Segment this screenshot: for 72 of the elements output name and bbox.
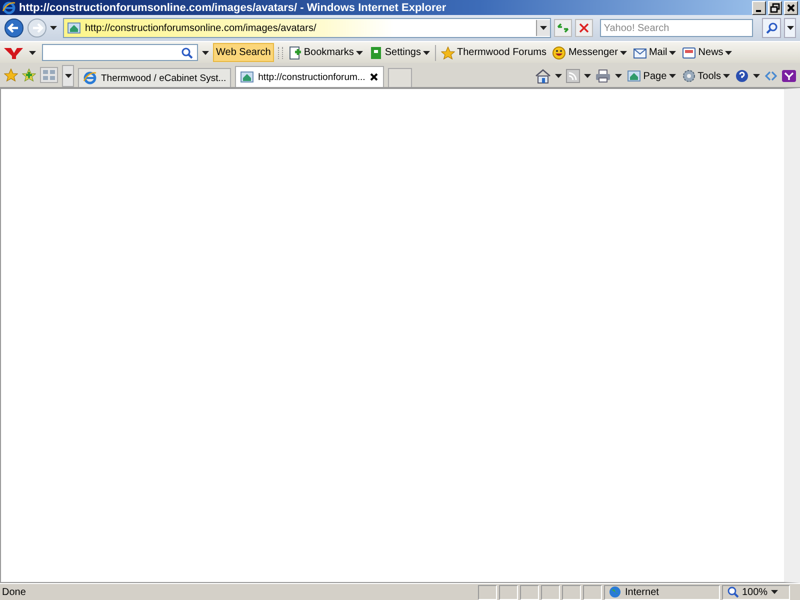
favorites-star-icon[interactable] bbox=[4, 68, 18, 82]
printer-icon[interactable] bbox=[595, 69, 612, 83]
newspaper-icon bbox=[682, 46, 696, 60]
caret-icon bbox=[723, 74, 730, 78]
caret-icon bbox=[786, 26, 794, 30]
help-icon[interactable] bbox=[735, 69, 749, 83]
web-search-button[interactable]: Web Search bbox=[213, 43, 274, 62]
toolbar-button[interactable]: Mail bbox=[632, 43, 678, 62]
caret-icon[interactable] bbox=[584, 74, 592, 78]
menu-button[interactable]: Tools bbox=[680, 66, 731, 86]
caret-icon[interactable] bbox=[50, 26, 57, 30]
caret-icon bbox=[540, 26, 547, 30]
window-title: http://constructionforumsonline.com/images/avatars/ - Windows Internet Explorer bbox=[19, 2, 446, 14]
bookmark-icon bbox=[288, 46, 302, 60]
caret-icon bbox=[770, 590, 778, 594]
close-icon[interactable] bbox=[369, 72, 380, 82]
toolbar-button[interactable]: Thermwood Forums bbox=[440, 43, 548, 62]
search-button[interactable] bbox=[762, 18, 782, 38]
star-icon bbox=[441, 46, 455, 60]
settings-icon bbox=[368, 46, 383, 60]
caret-icon[interactable] bbox=[615, 74, 622, 78]
search-icon bbox=[181, 46, 193, 58]
address-field[interactable]: http://constructionforumsonline.com/images/avatars/ bbox=[63, 18, 551, 38]
security-zone-text: Internet bbox=[625, 586, 659, 598]
globe-icon bbox=[609, 586, 621, 598]
tab-title: Thermwood / eCabinet Syst... bbox=[101, 72, 226, 84]
stop-button[interactable] bbox=[574, 19, 593, 37]
status-pane bbox=[541, 584, 560, 600]
restore-button[interactable] bbox=[768, 0, 782, 14]
menu-button[interactable]: Page bbox=[626, 66, 677, 86]
search-field[interactable] bbox=[42, 44, 198, 61]
toolbar-button[interactable]: News bbox=[681, 43, 734, 62]
dropdown-button[interactable] bbox=[536, 20, 550, 36]
url-text: http://constructionforumsonline.com/images/avatars/ bbox=[85, 22, 316, 34]
caret-icon bbox=[668, 74, 676, 78]
search-field[interactable]: Yahoo! Search bbox=[600, 19, 753, 37]
settings-icon bbox=[682, 69, 696, 83]
tab-list-button[interactable] bbox=[62, 65, 74, 87]
browser-tab[interactable]: Thermwood / eCabinet Syst... bbox=[78, 68, 232, 87]
status-pane bbox=[478, 584, 497, 600]
search-icon bbox=[766, 22, 778, 34]
caret-icon[interactable] bbox=[555, 74, 562, 78]
minimize-button[interactable] bbox=[752, 0, 766, 14]
status-pane bbox=[499, 584, 518, 600]
add-favorite-icon[interactable] bbox=[22, 68, 36, 82]
page-icon bbox=[240, 70, 254, 84]
back-button[interactable] bbox=[4, 18, 24, 38]
toolbar-button[interactable]: Settings bbox=[368, 43, 431, 62]
caret-icon[interactable] bbox=[202, 50, 209, 54]
caret-icon[interactable] bbox=[753, 74, 760, 78]
home-icon[interactable] bbox=[535, 68, 552, 84]
page-icon bbox=[627, 69, 642, 83]
envelope-icon bbox=[632, 46, 647, 60]
zoom-button[interactable]: 100% bbox=[722, 584, 790, 600]
toolbar-button[interactable]: Bookmarks bbox=[286, 43, 364, 62]
status-pane bbox=[520, 584, 539, 600]
caret-icon bbox=[64, 74, 72, 78]
close-button[interactable] bbox=[784, 0, 798, 14]
caret-icon[interactable] bbox=[29, 50, 36, 54]
smiley-icon bbox=[552, 46, 566, 60]
page-icon bbox=[67, 21, 81, 35]
browser-logo-icon bbox=[83, 71, 97, 85]
browser-logo-icon bbox=[2, 0, 16, 14]
browser-tab[interactable]: http://constructionforum... bbox=[235, 66, 384, 87]
toolbar-button[interactable]: Messenger bbox=[551, 43, 628, 62]
status-pane bbox=[562, 584, 581, 600]
dropdown-button[interactable] bbox=[784, 18, 796, 38]
status-text: Done bbox=[2, 586, 27, 598]
yahoo-logo-icon[interactable] bbox=[3, 46, 25, 60]
tab-title: http://constructionforum... bbox=[258, 72, 366, 82]
status-pane bbox=[583, 584, 602, 600]
yahoo-logo-icon[interactable] bbox=[782, 69, 796, 83]
